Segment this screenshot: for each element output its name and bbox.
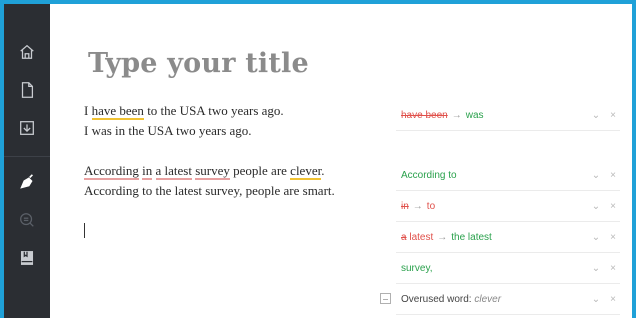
chevron-down-icon[interactable]: ⌄	[592, 263, 600, 274]
flagged-phrase: have been	[91, 103, 144, 120]
close-icon[interactable]: ×	[610, 232, 616, 243]
search-icon[interactable]	[17, 210, 37, 230]
document-icon[interactable]	[17, 80, 37, 100]
suggestion-card[interactable]: Overused word: clever ⌄ ×	[380, 284, 620, 315]
flagged-word: According	[84, 163, 139, 180]
book-icon[interactable]	[17, 248, 37, 268]
paragraph-2[interactable]: According in a latest survey people are …	[84, 161, 335, 201]
chevron-down-icon[interactable]: ⌄	[592, 170, 600, 181]
chevron-down-icon[interactable]: ⌄	[592, 110, 600, 121]
chevron-down-icon[interactable]: ⌄	[592, 201, 600, 212]
suggestion-card[interactable]: survey, ⌄ ×	[396, 253, 620, 284]
suggestion-card[interactable]: have been → was ⌄ ×	[396, 100, 620, 131]
paragraph-2-line-2: According to the latest survey, people a…	[84, 183, 335, 198]
suggestion-card[interactable]: in → to ⌄ ×	[396, 191, 620, 222]
chevron-down-icon[interactable]: ⌄	[592, 294, 600, 305]
suggestion-card[interactable]: a latest → the latest ⌄ ×	[396, 222, 620, 253]
close-icon[interactable]: ×	[610, 294, 616, 305]
paragraph-1-line-1: I have been to the USA two years ago.	[84, 103, 284, 120]
title-input[interactable]: Type your title	[88, 48, 309, 79]
paragraph-1-line-2: I was in the USA two years ago.	[84, 123, 252, 138]
flagged-word: survey	[195, 163, 230, 180]
editor-area: Type your title I have been to the USA t…	[50, 4, 632, 318]
home-icon[interactable]	[17, 42, 37, 62]
sidebar-divider	[4, 156, 50, 157]
paragraph-2-line-1: According in a latest survey people are …	[84, 163, 325, 180]
suggestion-card[interactable]: According to ⌄ ×	[396, 160, 620, 191]
download-icon[interactable]	[17, 118, 37, 138]
flagged-word: clever	[290, 163, 322, 180]
pen-icon[interactable]	[17, 172, 37, 192]
chevron-down-icon[interactable]: ⌄	[592, 232, 600, 243]
book-icon	[380, 293, 391, 304]
flagged-phrase: a latest	[155, 163, 192, 180]
close-icon[interactable]: ×	[610, 201, 616, 212]
app-window: Type your title I have been to the USA t…	[4, 4, 632, 318]
close-icon[interactable]: ×	[610, 110, 616, 121]
paragraph-1[interactable]: I have been to the USA two years ago. I …	[84, 101, 284, 141]
close-icon[interactable]: ×	[610, 170, 616, 181]
text-cursor	[84, 223, 85, 238]
close-icon[interactable]: ×	[610, 263, 616, 274]
flagged-word: in	[142, 163, 153, 180]
sidebar	[4, 4, 50, 318]
